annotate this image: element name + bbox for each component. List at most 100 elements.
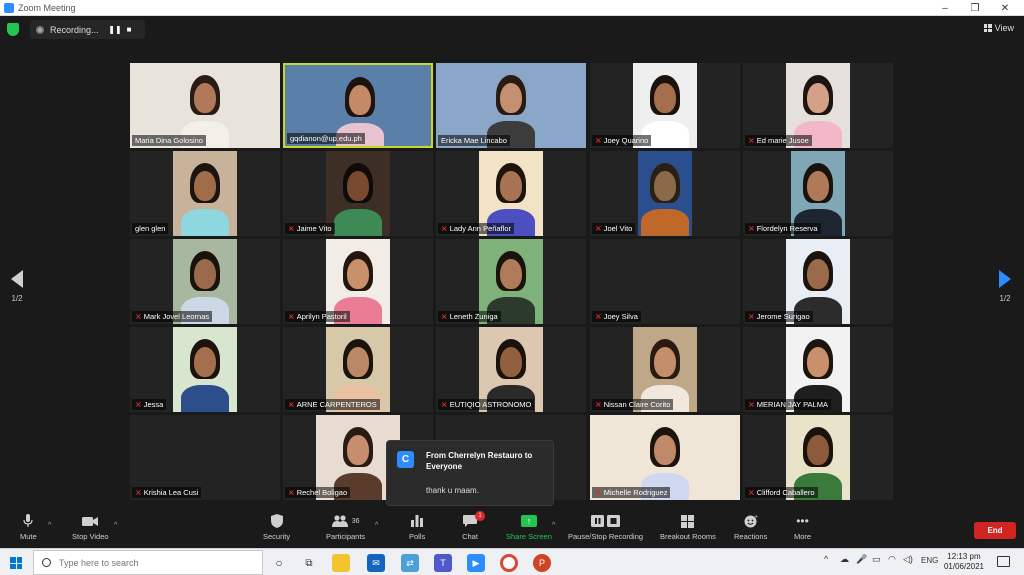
close-button[interactable]: ✕ [990,0,1020,16]
muted-microphone-icon: ⨯ [595,224,602,233]
previous-page-button[interactable]: 1/2 [10,270,24,303]
taskbar-search[interactable] [33,550,263,575]
language-indicator[interactable]: ENG [921,556,938,565]
participant-video [326,151,390,236]
participant-tile[interactable]: ⨯ EUTIQIO ASTRONOMO [436,327,586,412]
task-view-icon[interactable]: ⧉ [300,554,318,572]
participant-tile[interactable]: ⨯ Michelle Rodriguez [590,415,740,500]
participant-tile[interactable]: ⨯ Joey Quarino [590,63,740,148]
share-options-caret-icon[interactable]: ^ [552,522,555,529]
meeting-toolbar: Mute ^ Stop Video ^ Security 36 Particip… [0,510,1024,548]
arrow-right-icon [999,270,1011,288]
muted-microphone-icon: ⨯ [595,400,602,409]
participants-button[interactable]: 36 Participants [326,514,365,541]
participant-tile[interactable]: ⨯ Aprilyn Pastoril [283,239,433,324]
tray-cloud-icon[interactable]: ☁ [840,554,849,565]
participant-name-label: ⨯ Ed marie Jusoe [745,135,812,146]
participants-label: Participants [326,532,366,541]
participant-name-label: ⨯ EUTIQIO ASTRONOMO [438,399,535,410]
reactions-button[interactable]: + Reactions [734,514,767,541]
chrome-icon[interactable] [500,554,518,572]
participant-tile[interactable]: ⨯ Lady Ann Peñaflor [436,151,586,236]
reactions-smiley-icon: + [743,514,759,528]
polls-label: Polls [409,532,426,541]
participant-tile[interactable]: ⨯ Leneth Zuniga [436,239,586,324]
chat-sender-line: From Cherrelyn Restauro to Everyone [426,451,533,471]
minimize-button[interactable]: – [930,0,960,16]
participants-count: 36 [351,517,360,525]
windows-taskbar: ○ ⧉ ✉ ⇄ T ▶ P ^ ☁ 🎤 ▭ ◠ ◁) ENG 12:13 pm … [0,548,1024,575]
participant-name-label: ⨯ Michelle Rodriguez [592,487,671,498]
participant-name-label: ⨯ Joey Silva [592,311,641,322]
search-icon [42,558,51,567]
participant-tile[interactable]: ⨯ ARNE CARPENTEROS [283,327,433,412]
participant-name-label: ⨯ Leneth Zuniga [438,311,501,322]
participant-name: Joel Vito [603,224,633,233]
participant-tile[interactable]: ⨯ Krishia Lea Cusi [130,415,280,500]
polls-bar-chart-icon [409,514,425,528]
more-button[interactable]: ••• More [794,514,811,541]
volume-icon[interactable]: ◁) [903,554,913,565]
mail-icon[interactable]: ✉ [367,554,385,572]
participant-tile[interactable]: Maria Dina Golosino [130,63,280,148]
maximize-button[interactable]: ❐ [960,0,990,16]
teamviewer-icon[interactable]: ⇄ [401,554,419,572]
polls-button[interactable]: Polls [409,514,425,541]
end-meeting-button[interactable]: End [974,522,1016,539]
taskbar-search-input[interactable] [59,557,249,568]
participant-tile[interactable]: ⨯ Ed marie Jusoe [743,63,893,148]
participant-tile[interactable]: glen glen [130,151,280,236]
taskbar-clock[interactable]: 12:13 pm 01/06/2021 [944,552,984,572]
tray-overflow-icon[interactable]: ^ [824,554,828,564]
participant-name-label: ⨯ Rechel Boligao [285,487,351,498]
pause-stop-recording-button[interactable]: Pause/Stop Recording [568,514,643,541]
participant-name: Michelle Rodriguez [603,488,668,497]
teams-icon[interactable]: T [434,554,452,572]
chat-button[interactable]: 1 Chat [462,511,485,541]
view-button[interactable]: View [983,23,1014,33]
participant-name: Ed marie Jusoe [756,136,809,145]
share-screen-button[interactable]: ↑ Share Screen [506,514,552,541]
muted-microphone-icon: ⨯ [288,312,295,321]
muted-microphone-icon: ⨯ [135,400,142,409]
participants-caret-icon[interactable]: ^ [375,522,378,529]
windows-start-icon[interactable] [10,557,22,569]
participant-name-label: ⨯ Mark Jovel Leornas [132,311,213,322]
participant-tile[interactable]: ⨯ Clifford Caballero [743,415,893,500]
participant-tile[interactable]: ⨯ Jaime Vito [283,151,433,236]
participant-tile[interactable]: ⨯ Mark Jovel Leornas [130,239,280,324]
audio-options-caret-icon[interactable]: ^ [48,522,51,529]
stop-video-button[interactable]: Stop Video [72,514,109,541]
pause-recording-button[interactable]: ❚❚ [108,25,122,34]
chat-notification[interactable]: C From Cherrelyn Restauro to Everyone th… [386,440,554,506]
participant-tile[interactable]: ⨯ Jerome Surigao [743,239,893,324]
pause-stop-recording-label: Pause/Stop Recording [568,532,644,541]
powerpoint-icon[interactable]: P [533,554,551,572]
notifications-icon[interactable] [997,556,1010,567]
participant-tile[interactable]: Ericka Mae Lincabo [436,63,586,148]
muted-microphone-icon: ⨯ [748,312,755,321]
zoom-taskbar-icon[interactable]: ▶ [467,554,485,572]
participant-tile[interactable]: ⨯ Nissan Claire Corito [590,327,740,412]
participant-tile[interactable]: ⨯ MERIAN JAY PALMA [743,327,893,412]
cortana-icon[interactable]: ○ [270,554,288,572]
encryption-shield-icon[interactable] [7,23,19,36]
mute-button[interactable]: Mute [20,514,37,541]
tray-microphone-icon[interactable]: 🎤 [856,554,867,565]
participant-tile[interactable]: gqdianon@up.edu.ph [283,63,433,148]
next-page-button[interactable]: 1/2 [998,270,1012,303]
participant-tile[interactable]: ⨯ Jessa [130,327,280,412]
battery-icon[interactable]: ▭ [872,554,881,565]
participant-tile[interactable]: ⨯ Joel Vito [590,151,740,236]
participant-tile[interactable]: ⨯ Joey Silva [590,239,740,324]
participant-name: gqdianon@up.edu.ph [290,134,362,143]
muted-microphone-icon: ⨯ [748,224,755,233]
breakout-rooms-button[interactable]: Breakout Rooms [660,514,716,541]
participant-tile[interactable]: ⨯ Flordelyn Reserva [743,151,893,236]
stop-recording-button[interactable]: ■ [122,25,136,34]
wifi-icon[interactable]: ◠ [888,554,896,565]
video-options-caret-icon[interactable]: ^ [114,522,117,529]
file-explorer-icon[interactable] [332,554,350,572]
share-screen-icon: ↑ [520,514,537,528]
security-button[interactable]: Security [263,514,290,541]
